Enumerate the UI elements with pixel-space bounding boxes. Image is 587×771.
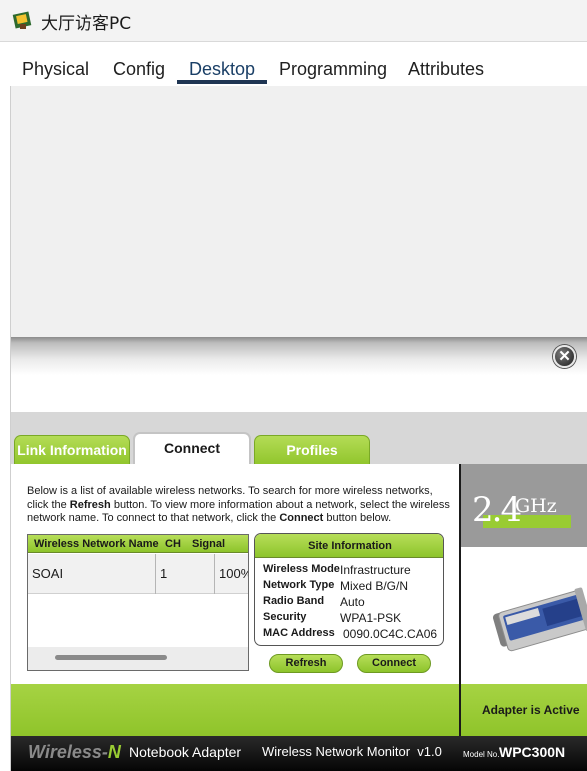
site-info-row: Network Type Mixed B/G/N	[263, 579, 443, 595]
instructions-text: Below is a list of available wireless ne…	[27, 485, 450, 524]
horizontal-scrollbar[interactable]	[28, 647, 248, 670]
status-band-divider	[459, 684, 461, 736]
tab-link-information[interactable]: Link Information	[14, 435, 130, 466]
wireless-mode-value: Infrastructure	[340, 563, 411, 577]
network-type-label: Network Type	[263, 579, 335, 591]
app-name: Wireless Network Monitor v1.0	[262, 744, 442, 759]
network-type-value: Mixed B/G/N	[340, 579, 409, 593]
network-name-cell: SOAI	[32, 566, 64, 581]
radio-band-label: Radio Band	[263, 595, 325, 607]
active-tab-indicator	[177, 80, 267, 84]
site-info-row: MAC Address 0090.0C4C.CA06	[263, 627, 443, 643]
scrollbar-thumb[interactable]	[55, 655, 167, 660]
tab-physical[interactable]: Physical	[22, 59, 89, 80]
brand-logo: Wireless-N	[28, 742, 121, 763]
wireless-network-list: Wireless Network Name CH Signal SOAI 1 1…	[27, 534, 249, 671]
security-label: Security	[263, 611, 307, 623]
site-information-title: Site Information	[255, 534, 443, 558]
frequency-number: 2.4	[472, 490, 522, 530]
tab-connect[interactable]: Connect	[133, 432, 251, 466]
tab-programming[interactable]: Programming	[279, 59, 387, 80]
security-value: WPA1-PSK	[340, 611, 402, 625]
frequency-badge: 2.4 GHz	[459, 464, 587, 547]
mac-address-value: 0090.0C4C.CA06	[343, 627, 438, 641]
connect-button[interactable]: Connect	[357, 654, 431, 673]
frequency-unit: GHz	[515, 495, 557, 517]
brand-n-text: N	[107, 742, 121, 762]
adapter-image-panel	[459, 547, 587, 684]
product-name: Notebook Adapter	[129, 744, 242, 760]
site-info-row: Security WPA1-PSK	[263, 611, 443, 627]
site-info-row: Radio Band Auto	[263, 595, 443, 611]
window-title: 大厅访客PC	[41, 14, 132, 34]
site-info-row: Wireless Mode Infrastructure	[263, 563, 443, 579]
network-channel-cell: 1	[160, 566, 168, 581]
radio-band-value: Auto	[340, 595, 365, 609]
network-signal-cell: 100%	[219, 566, 249, 581]
column-divider	[155, 554, 156, 594]
mac-address-label: MAC Address	[263, 627, 335, 639]
monitor-tab-strip: Link Information Connect Profiles	[11, 412, 587, 466]
column-signal: Signal	[192, 538, 226, 550]
pc-app-icon	[12, 11, 32, 29]
model-number: WPC300N	[499, 744, 566, 760]
brand-wireless-text: Wireless-	[28, 742, 108, 762]
tab-attributes[interactable]: Attributes	[408, 59, 484, 80]
title-bar: 大厅访客PC	[0, 0, 587, 42]
column-channel: CH	[165, 538, 181, 550]
network-row[interactable]: SOAI 1 100%	[28, 554, 249, 594]
connect-panel: Below is a list of available wireless ne…	[11, 464, 459, 684]
site-information-panel: Site Information Wireless Mode Infrastru…	[254, 533, 444, 646]
pcmcia-wireless-card-icon	[492, 587, 587, 652]
monitor-header	[11, 337, 587, 412]
network-list-header: Wireless Network Name CH Signal	[28, 535, 248, 553]
column-divider	[214, 554, 215, 594]
adapter-status-text: Adapter is Active	[482, 703, 580, 717]
tab-desktop[interactable]: Desktop	[189, 59, 255, 80]
close-icon[interactable]: ✕	[553, 345, 576, 368]
wireless-network-monitor: ✕ Link Information Connect Profiles Belo…	[11, 337, 587, 771]
wireless-mode-label: Wireless Mode	[263, 563, 340, 575]
refresh-button[interactable]: Refresh	[269, 654, 343, 673]
tab-config[interactable]: Config	[113, 59, 165, 80]
column-network-name: Wireless Network Name	[34, 538, 159, 550]
device-tab-bar: Physical Config Desktop Programming Attr…	[10, 54, 496, 85]
tab-profiles[interactable]: Profiles	[254, 435, 370, 466]
product-footer: Wireless-N Notebook Adapter Wireless Net…	[11, 736, 587, 771]
model-label: Model No.	[463, 750, 500, 759]
